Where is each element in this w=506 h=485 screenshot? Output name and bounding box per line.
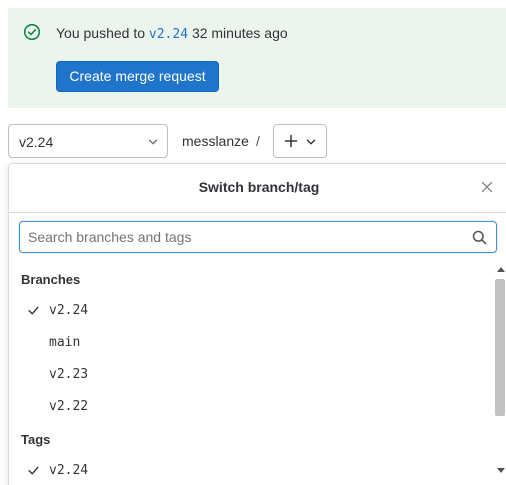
chevron-down-icon	[148, 139, 158, 145]
breadcrumb-separator: /	[256, 133, 260, 149]
dropdown-divider	[9, 212, 506, 213]
list-scrollbar[interactable]	[493, 265, 506, 479]
list-item-label: v2.23	[49, 367, 89, 382]
list-item-tag[interactable]: v2.24	[9, 455, 489, 485]
check-icon	[28, 466, 39, 475]
list-item-label: v2.24	[49, 463, 89, 478]
check-circle-icon	[23, 23, 41, 41]
search-field	[19, 221, 497, 253]
page: You pushed to v2.24 32 minutes ago Creat…	[0, 0, 506, 485]
list-item-label: main	[49, 335, 81, 350]
check-icon	[28, 306, 39, 315]
scrollbar-thumb[interactable]	[495, 279, 505, 416]
list-item-branch[interactable]: v2.24	[9, 295, 489, 327]
push-message-time: 32 minutes ago	[191, 25, 288, 41]
pushed-branch-name: v2.24	[148, 27, 189, 42]
push-message-prefix: You pushed to	[56, 25, 146, 41]
list-item-branch[interactable]: v2.22	[9, 391, 489, 423]
create-merge-request-button[interactable]: Create merge request	[56, 61, 219, 92]
push-message: You pushed to v2.24 32 minutes ago	[56, 24, 288, 44]
scroll-down-arrow-icon[interactable]	[497, 468, 505, 473]
branches-header: Branches	[21, 272, 81, 287]
push-alert: You pushed to v2.24 32 minutes ago Creat…	[8, 8, 506, 108]
plus-icon	[284, 134, 298, 148]
dropdown-title: Switch branch/tag	[198, 179, 320, 195]
add-dropdown-button[interactable]	[273, 124, 327, 158]
search-icon	[472, 230, 487, 245]
branch-selector[interactable]: v2.24	[8, 124, 168, 158]
switch-ref-dropdown: Switch branch/tag Branches v2.24 main	[8, 163, 506, 485]
chevron-down-icon	[306, 139, 316, 145]
tags-header: Tags	[21, 432, 51, 447]
search-input[interactable]	[20, 222, 476, 252]
branch-selector-value: v2.24	[19, 134, 54, 150]
list-item-label: v2.24	[49, 303, 89, 318]
list-item-branch[interactable]: main	[9, 327, 489, 359]
close-icon[interactable]	[481, 181, 493, 193]
ref-list: Branches v2.24 main v2.23 v2.22 Tags v2.…	[9, 264, 489, 485]
scroll-up-arrow-icon[interactable]	[497, 267, 505, 272]
list-item-label: v2.22	[49, 399, 89, 414]
list-item-branch[interactable]: v2.23	[9, 359, 489, 391]
breadcrumb-project[interactable]: messlanze	[182, 132, 249, 150]
